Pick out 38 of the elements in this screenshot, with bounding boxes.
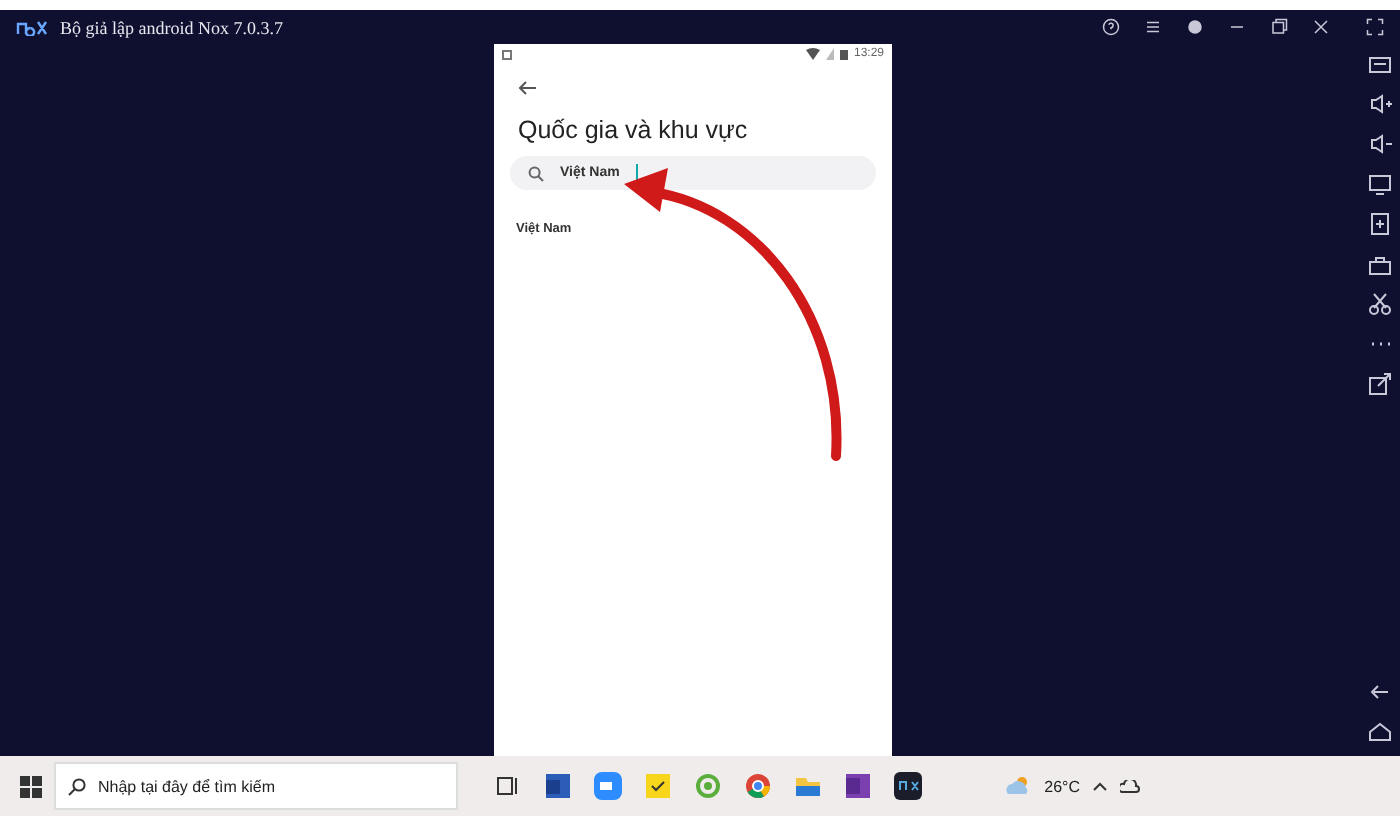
chrome-icon[interactable] (744, 772, 772, 800)
menu-icon[interactable] (1144, 18, 1162, 36)
monitor-icon[interactable] (1368, 172, 1392, 196)
volume-down-icon[interactable] (1368, 132, 1392, 156)
sticky-note-icon[interactable] (644, 772, 672, 800)
search-icon (68, 777, 86, 795)
notification-icon (502, 49, 512, 59)
search-placeholder: Nhập tại đây để tìm kiếm (98, 777, 275, 795)
cloud-icon[interactable] (1120, 779, 1140, 793)
taskbar-search-field[interactable]: Nhập tại đây để tìm kiếm (54, 762, 458, 810)
help-icon[interactable] (1102, 18, 1120, 36)
home-icon[interactable] (1368, 720, 1392, 744)
search-icon (528, 165, 544, 181)
window-title: Bộ giả lập android Nox 7.0.3.7 (60, 17, 283, 37)
nox-app-icon[interactable] (894, 772, 922, 800)
scissors-icon[interactable] (1368, 292, 1392, 316)
windows-start-icon[interactable] (20, 775, 42, 797)
screen-title: Quốc gia và khu vực (518, 116, 750, 144)
volume-up-icon[interactable] (1368, 92, 1392, 116)
wifi-icon (805, 48, 820, 60)
toolbox-icon[interactable] (1368, 252, 1392, 276)
video-call-icon[interactable] (594, 772, 622, 800)
close-icon[interactable] (1312, 18, 1330, 36)
task-view-icon[interactable] (494, 772, 522, 800)
back-arrow-icon[interactable] (518, 80, 538, 96)
folder-icon[interactable] (794, 772, 822, 800)
add-apk-icon[interactable] (1368, 212, 1392, 236)
export-icon[interactable] (1368, 372, 1392, 396)
restore-icon[interactable] (1270, 18, 1288, 36)
fullscreen-icon[interactable] (1366, 18, 1384, 36)
battery-icon (839, 48, 848, 60)
nox-logo-icon (16, 19, 48, 35)
weather-temperature: 26°C (1044, 777, 1080, 795)
notebook-icon[interactable] (844, 772, 872, 800)
signal-icon (825, 48, 834, 60)
keyboard-icon[interactable] (1368, 52, 1392, 76)
word-icon[interactable] (544, 772, 572, 800)
chevron-up-icon[interactable] (1092, 780, 1108, 792)
